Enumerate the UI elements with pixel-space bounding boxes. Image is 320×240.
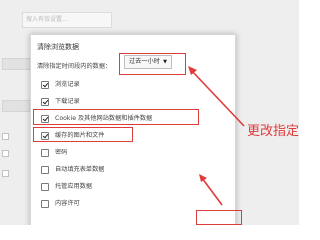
checkbox-content-licenses[interactable] [41,200,49,208]
option-label: 密码 [55,149,68,156]
highlight-cache-option [33,127,133,142]
option-label: 下载记录 [55,98,80,105]
option-label: 托管应用数据 [55,183,93,190]
time-range-label: 清除指定时间段内的数据： [37,63,112,70]
dialog-title: 清除浏览数据 [37,43,79,51]
checkbox-passwords[interactable] [41,149,49,157]
settings-checkbox[interactable] [2,150,9,157]
settings-left-item[interactable] [2,100,32,112]
settings-checkbox[interactable] [2,133,9,140]
highlight-time-range [119,53,186,75]
option-label: 内容许可 [55,200,80,207]
checkbox-autofill[interactable] [41,166,49,174]
settings-search-input[interactable]: 搜入有效设置... [22,12,112,28]
settings-checkbox[interactable] [2,170,9,177]
highlight-clear-button [196,210,242,225]
option-label: 浏览记录 [55,81,80,88]
checkbox-hosted-app-data[interactable] [41,183,49,191]
screenshot-stage: 搜入有效设置... 清除浏览数据 清除指定时间段内的数据： 过去一小时 ▼ 浏览… [0,0,299,225]
option-label: 自动填充表单数据 [55,166,105,173]
highlight-cookies-option [33,109,199,125]
checkbox-browsing-history[interactable] [41,81,49,89]
checkbox-download-history[interactable] [41,98,49,106]
settings-left-item[interactable] [2,58,32,70]
annotation-text: 更改指定时间 [247,124,299,139]
